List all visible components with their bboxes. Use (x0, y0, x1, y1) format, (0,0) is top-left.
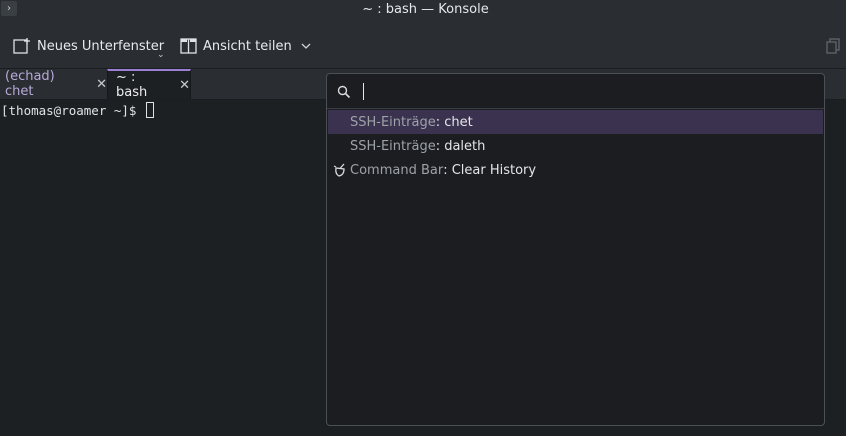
item-name: chet (444, 114, 473, 130)
item-category: SSH-Einträge (350, 114, 436, 130)
tab-label: (echad) chet (5, 69, 55, 99)
command-bar: SSH-Einträge: chet SSH-Einträge: daleth … (326, 73, 825, 426)
command-item-clear-history[interactable]: Command Bar: Clear History (328, 158, 823, 182)
tab-bash[interactable]: ~ : bash ✕ (107, 69, 191, 100)
command-bar-search (327, 74, 824, 109)
item-separator: : (435, 138, 445, 154)
split-view-button[interactable]: Ansicht teilen (180, 37, 311, 55)
toolbar: Neues Unterfenster ⌄ Ansicht teilen (0, 22, 846, 69)
new-tab-dropdown-icon[interactable]: ⌄ (157, 50, 165, 60)
item-category: Command Bar (350, 162, 444, 178)
tab-echad-chet[interactable]: (echad) chet ✕ (0, 69, 107, 99)
split-view-label: Ansicht teilen (203, 38, 292, 54)
chevron-down-icon (301, 43, 311, 49)
search-icon (337, 85, 351, 99)
close-icon[interactable]: ✕ (96, 77, 107, 92)
item-name: Clear History (451, 162, 537, 178)
text-cursor (363, 83, 364, 100)
item-category: SSH-Einträge (350, 138, 436, 154)
command-item-ssh-chet[interactable]: SSH-Einträge: chet (328, 110, 823, 134)
item-separator: : (435, 114, 445, 130)
title-bar: › ~ : bash — Konsole (0, 0, 846, 22)
new-tab-icon (13, 38, 30, 54)
terminal-cursor (146, 102, 154, 118)
item-separator: : (443, 162, 452, 178)
split-view-icon (180, 38, 197, 54)
window-title: ~ : bash — Konsole (362, 2, 489, 17)
command-item-ssh-daleth[interactable]: SSH-Einträge: daleth (328, 134, 823, 158)
item-name: daleth (444, 138, 486, 154)
broom-icon (333, 163, 345, 177)
command-search-input[interactable] (361, 81, 801, 101)
close-icon[interactable]: ✕ (179, 78, 190, 93)
new-tab-label: Neues Unterfenster (37, 38, 165, 54)
copy-icon[interactable] (826, 38, 840, 54)
new-tab-button[interactable]: Neues Unterfenster (13, 37, 164, 55)
prompt-text: [thomas@roamer ~]$ (1, 103, 144, 118)
tab-label: ~ : bash (116, 70, 148, 100)
terminal-prompt: [thomas@roamer ~]$ (1, 102, 154, 118)
